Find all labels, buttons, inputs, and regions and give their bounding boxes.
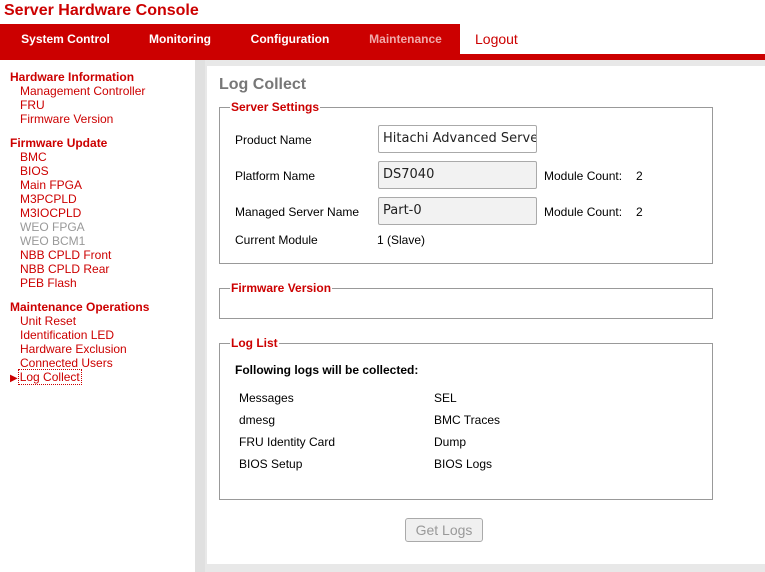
- main-content: Log Collect Server Settings Product Name…: [205, 60, 765, 572]
- sidebar-item-peb-flash[interactable]: PEB Flash: [20, 276, 77, 290]
- sidebar-item-connected-users[interactable]: Connected Users: [20, 356, 113, 370]
- sidebar-item-log-collect[interactable]: ▶ Log Collect: [10, 369, 82, 385]
- product-name-field[interactable]: Hitachi Advanced Server: [378, 125, 537, 153]
- sidebar-item-bmc[interactable]: BMC: [20, 150, 47, 164]
- sidebar-item-nbb-cpld-front[interactable]: NBB CPLD Front: [20, 248, 111, 262]
- sidebar-gutter: [195, 60, 205, 572]
- sidebar-group-maintenance-operations: Maintenance Operations: [10, 300, 150, 314]
- sidebar-item-nbb-cpld-rear[interactable]: NBB CPLD Rear: [20, 262, 109, 276]
- managed-server-name-label: Managed Server Name: [235, 205, 360, 219]
- content-panel: Log Collect Server Settings Product Name…: [207, 66, 765, 564]
- page-title: Log Collect: [219, 76, 307, 93]
- sidebar-item-management-controller[interactable]: Management Controller: [20, 84, 145, 98]
- log-item: BIOS Setup: [239, 457, 303, 471]
- app-title: Server Hardware Console: [4, 2, 199, 19]
- sidebar-item-firmware-version[interactable]: Firmware Version: [20, 112, 113, 126]
- tab-maintenance[interactable]: Maintenance: [351, 24, 460, 54]
- sidebar-item-weo-bcm1: WEO BCM1: [20, 234, 86, 248]
- sidebar-item-unit-reset[interactable]: Unit Reset: [20, 314, 76, 328]
- platform-name-label: Platform Name: [235, 169, 316, 183]
- sidebar-item-identification-led[interactable]: Identification LED: [20, 328, 114, 342]
- sidebar-item-m3pcpld[interactable]: M3PCPLD: [20, 192, 77, 206]
- log-item: dmesg: [239, 413, 276, 427]
- server-settings-legend: Server Settings: [231, 100, 320, 114]
- module-count-label: Module Count:: [544, 169, 623, 183]
- sidebar-item-m3iocpld[interactable]: M3IOCPLD: [20, 206, 81, 220]
- sidebar-item-bios[interactable]: BIOS: [20, 164, 49, 178]
- current-module-value: 1 (Slave): [377, 233, 426, 247]
- sidebar-item-hardware-exclusion[interactable]: Hardware Exclusion: [20, 342, 127, 356]
- current-module-label: Current Module: [235, 233, 318, 247]
- log-item: BIOS Logs: [434, 457, 493, 471]
- current-item-arrow-icon: ▶: [10, 373, 18, 384]
- sidebar-group-firmware-update: Firmware Update: [10, 136, 108, 150]
- sidebar-item-weo-fpga: WEO FPGA: [20, 220, 85, 234]
- firmware-version-group: Firmware Version: [219, 281, 713, 319]
- log-item: SEL: [434, 391, 457, 405]
- module-count-label-2: Module Count:: [544, 205, 623, 219]
- log-item: Messages: [239, 391, 294, 405]
- log-list-heading: Following logs will be collected:: [235, 363, 419, 377]
- module-count-value-2: 2: [636, 205, 643, 219]
- module-count-value: 2: [636, 169, 643, 183]
- platform-name-field[interactable]: DS7040: [378, 161, 537, 189]
- log-item: Dump: [434, 435, 467, 449]
- sidebar-item-main-fpga[interactable]: Main FPGA: [20, 178, 82, 192]
- top-nav: System Control Monitoring Configuration …: [0, 24, 765, 54]
- tab-monitoring[interactable]: Monitoring: [131, 24, 229, 54]
- logout-link[interactable]: Logout: [460, 24, 765, 54]
- product-name-label: Product Name: [235, 133, 312, 147]
- sidebar: Hardware Information Management Controll…: [0, 60, 195, 572]
- tab-configuration[interactable]: Configuration: [229, 24, 351, 54]
- tab-system-control[interactable]: System Control: [0, 24, 131, 54]
- get-logs-button[interactable]: Get Logs: [405, 518, 483, 542]
- sidebar-item-fru[interactable]: FRU: [20, 98, 45, 112]
- sidebar-item-label: Log Collect: [17, 369, 82, 385]
- sidebar-group-hardware-information: Hardware Information: [10, 70, 135, 84]
- managed-server-name-field[interactable]: Part-0: [378, 197, 537, 225]
- firmware-version-legend: Firmware Version: [231, 281, 332, 295]
- log-item: BMC Traces: [434, 413, 501, 427]
- log-list-legend: Log List: [231, 336, 278, 350]
- log-item: FRU Identity Card: [239, 435, 336, 449]
